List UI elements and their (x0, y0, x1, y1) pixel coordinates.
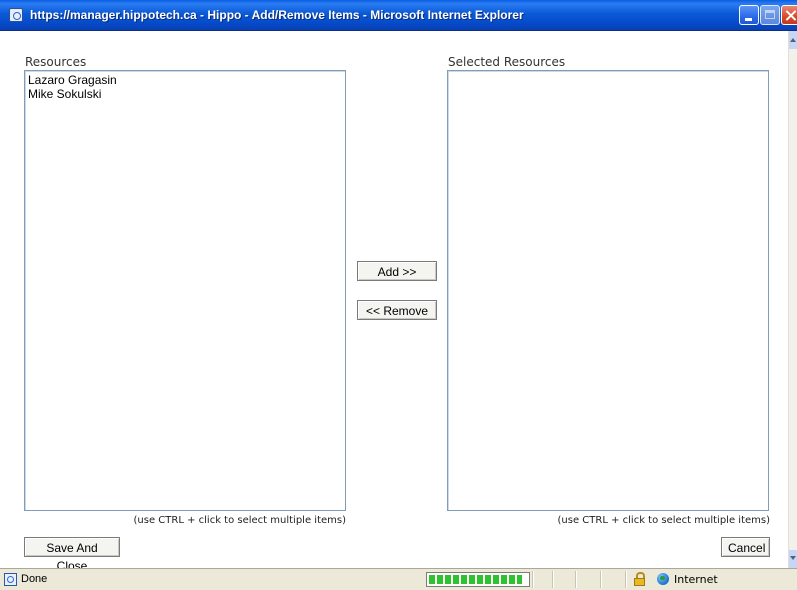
selected-resources-listbox[interactable] (447, 70, 769, 511)
statusbar-divider (625, 571, 627, 588)
cancel-button[interactable]: Cancel (721, 537, 770, 557)
list-item[interactable]: Lazaro Gragasin (25, 73, 345, 87)
status-bar: Done Internet (0, 568, 797, 590)
close-button[interactable] (781, 5, 797, 25)
resources-label: Resources (25, 55, 87, 69)
resources-hint: (use CTRL + click to select multiple ite… (133, 515, 346, 526)
resources-listbox[interactable]: Lazaro Gragasin Mike Sokulski (24, 70, 346, 511)
statusbar-divider (532, 571, 534, 588)
scroll-down-arrow-icon[interactable] (789, 550, 797, 568)
list-item[interactable]: Mike Sokulski (25, 87, 345, 101)
remove-button[interactable]: << Remove (357, 300, 437, 320)
statusbar-divider (575, 571, 577, 588)
security-zone-text: Internet (674, 573, 718, 586)
progress-bar-fill (429, 575, 522, 584)
progress-bar (426, 572, 530, 587)
selected-resources-hint: (use CTRL + click to select multiple ite… (557, 515, 770, 526)
add-button[interactable]: Add >> (357, 261, 437, 281)
save-and-close-button[interactable]: Save And Close (24, 537, 120, 573)
statusbar-divider (600, 571, 602, 588)
statusbar-divider (552, 571, 554, 588)
scroll-up-arrow-icon[interactable] (789, 31, 797, 49)
vertical-scrollbar[interactable] (788, 31, 797, 568)
globe-icon (657, 573, 669, 585)
window-title: https://manager.hippotech.ca - Hippo - A… (30, 8, 524, 22)
minimize-button[interactable] (739, 5, 759, 25)
lock-icon[interactable] (634, 572, 645, 586)
page-done-icon (4, 573, 17, 586)
window-titlebar[interactable]: https://manager.hippotech.ca - Hippo - A… (0, 0, 797, 31)
selected-resources-label: Selected Resources (448, 55, 566, 69)
maximize-button[interactable] (760, 5, 780, 25)
status-text: Done (21, 573, 48, 585)
internet-explorer-icon (9, 8, 23, 22)
